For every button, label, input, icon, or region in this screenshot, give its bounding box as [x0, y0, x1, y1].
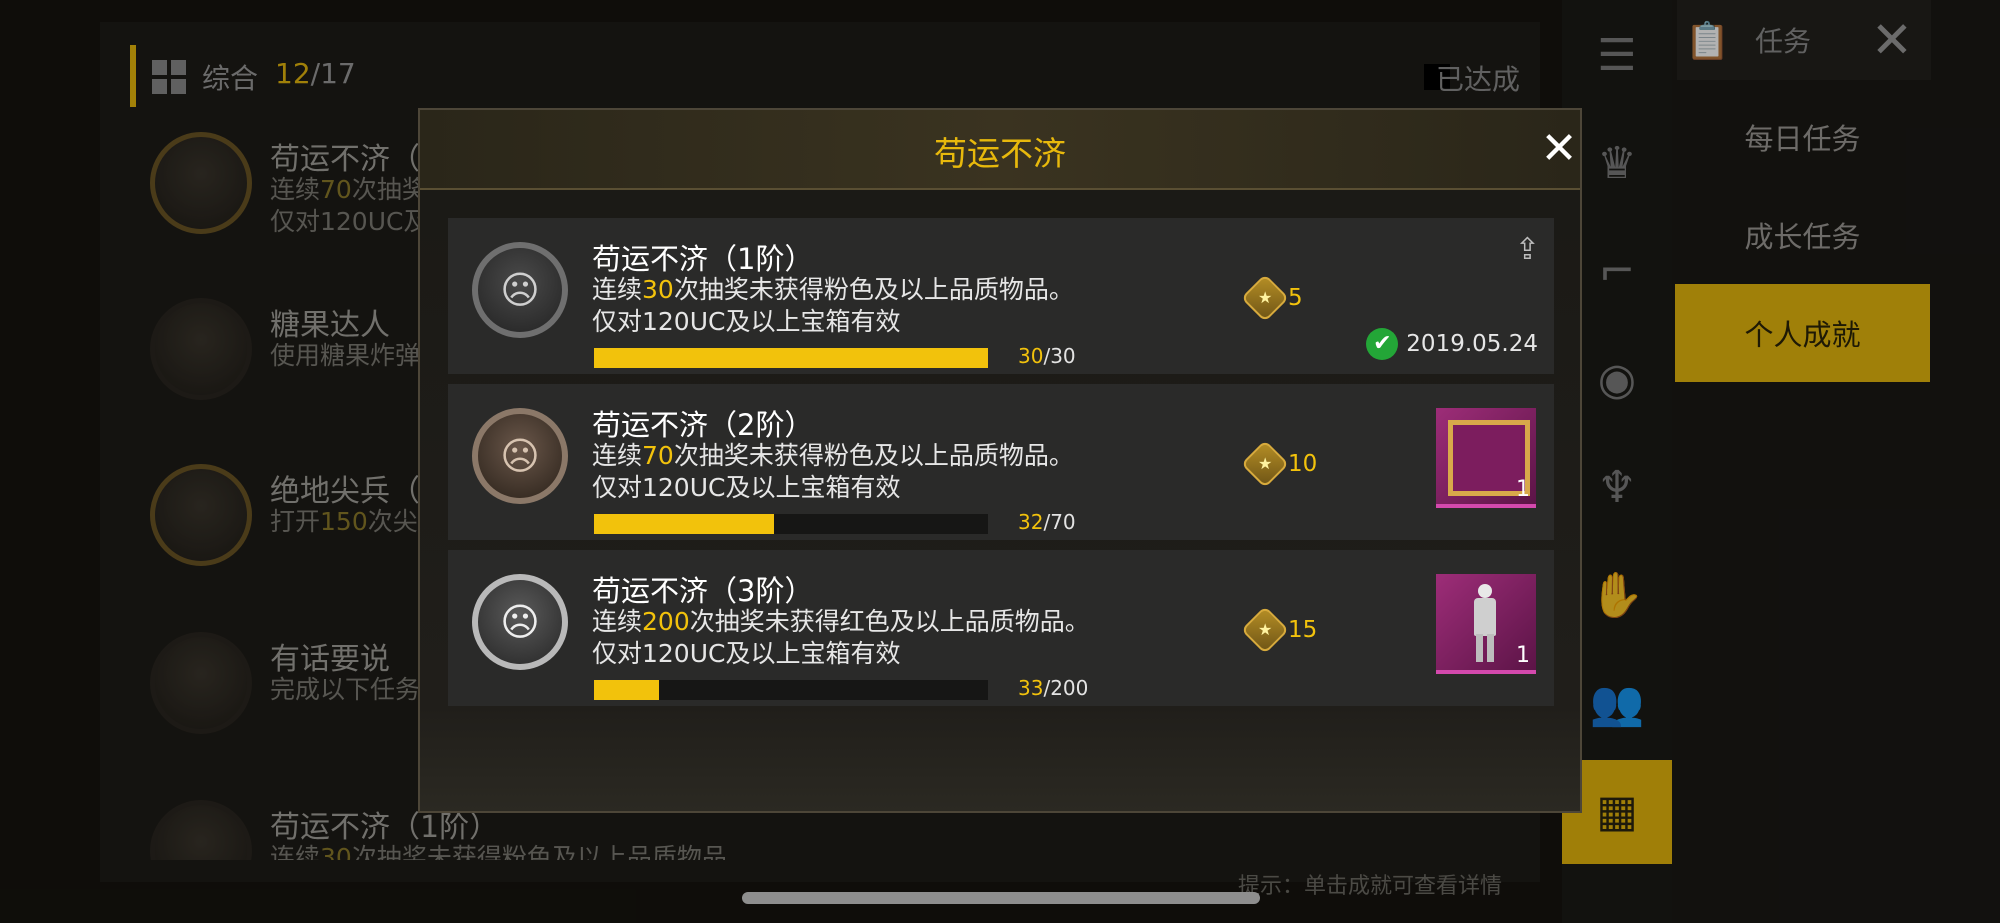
points-star-icon: ★: [1240, 273, 1290, 323]
badge-icon: ☹: [472, 242, 568, 338]
completion-status: ✔ 2019.05.24: [1366, 328, 1538, 360]
points-value: 10: [1288, 451, 1318, 477]
achievement-points: ★ 5: [1240, 273, 1303, 323]
progress-text: 32/70: [1018, 510, 1076, 534]
modal-header: 苟运不济: [420, 110, 1580, 190]
tier-desc: 连续30次抽奖未获得粉色及以上品质物品。 仅对120UC及以上宝箱有效: [592, 275, 1074, 336]
progress-bar: [594, 348, 988, 368]
progress-fill: [594, 348, 988, 368]
tier-title: 苟运不济（1阶）: [592, 242, 814, 276]
progress-fill: [594, 514, 775, 534]
close-icon[interactable]: ✕: [1534, 124, 1584, 174]
points-value: 15: [1288, 617, 1318, 643]
outfit-icon: [1472, 584, 1498, 662]
tier-title: 苟运不济（3阶）: [592, 574, 814, 608]
progress-fill: [594, 680, 659, 700]
tier-desc: 连续70次抽奖未获得粉色及以上品质物品。 仅对120UC及以上宝箱有效: [592, 441, 1074, 502]
home-indicator[interactable]: [742, 892, 1260, 904]
achievement-points: ★ 15: [1240, 605, 1318, 655]
reward-outfit-icon[interactable]: 1: [1436, 574, 1536, 674]
badge-icon: ☹: [472, 408, 568, 504]
progress-text: 30/30: [1018, 344, 1076, 368]
achievement-points: ★ 10: [1240, 439, 1318, 489]
completed-date: 2019.05.24: [1406, 331, 1538, 357]
reward-qty: 1: [1516, 477, 1530, 502]
tier-desc: 连续200次抽奖未获得红色及以上品质物品。 仅对120UC及以上宝箱有效: [592, 607, 1090, 668]
points-star-icon: ★: [1240, 605, 1290, 655]
tier-title: 苟运不济（2阶）: [592, 408, 814, 442]
achievement-tier-row[interactable]: ☹ 苟运不济（3阶） 连续200次抽奖未获得红色及以上品质物品。 仅对120UC及…: [448, 550, 1554, 706]
progress-bar: [594, 514, 988, 534]
achievement-tier-row[interactable]: ☹ 苟运不济（2阶） 连续70次抽奖未获得粉色及以上品质物品。 仅对120UC及以…: [448, 384, 1554, 540]
reward-qty: 1: [1516, 643, 1530, 668]
modal-title: 苟运不济: [934, 134, 1066, 173]
reward-frame-icon[interactable]: 1: [1436, 408, 1536, 508]
check-icon: ✔: [1366, 328, 1399, 360]
points-star-icon: ★: [1240, 439, 1290, 489]
achievement-detail-modal: 苟运不济 ✕ ☹ 苟运不济（1阶） 连续30次抽奖未获得粉色及以上品质物品。 仅对…: [418, 108, 1582, 813]
points-value: 5: [1288, 285, 1303, 311]
progress-bar: [594, 680, 988, 700]
achievement-tier-row[interactable]: ☹ 苟运不济（1阶） 连续30次抽奖未获得粉色及以上品质物品。 仅对120UC及以…: [448, 218, 1554, 374]
share-icon[interactable]: ⇪: [1515, 232, 1540, 267]
badge-icon: ☹: [472, 574, 568, 670]
progress-text: 33/200: [1018, 676, 1089, 700]
